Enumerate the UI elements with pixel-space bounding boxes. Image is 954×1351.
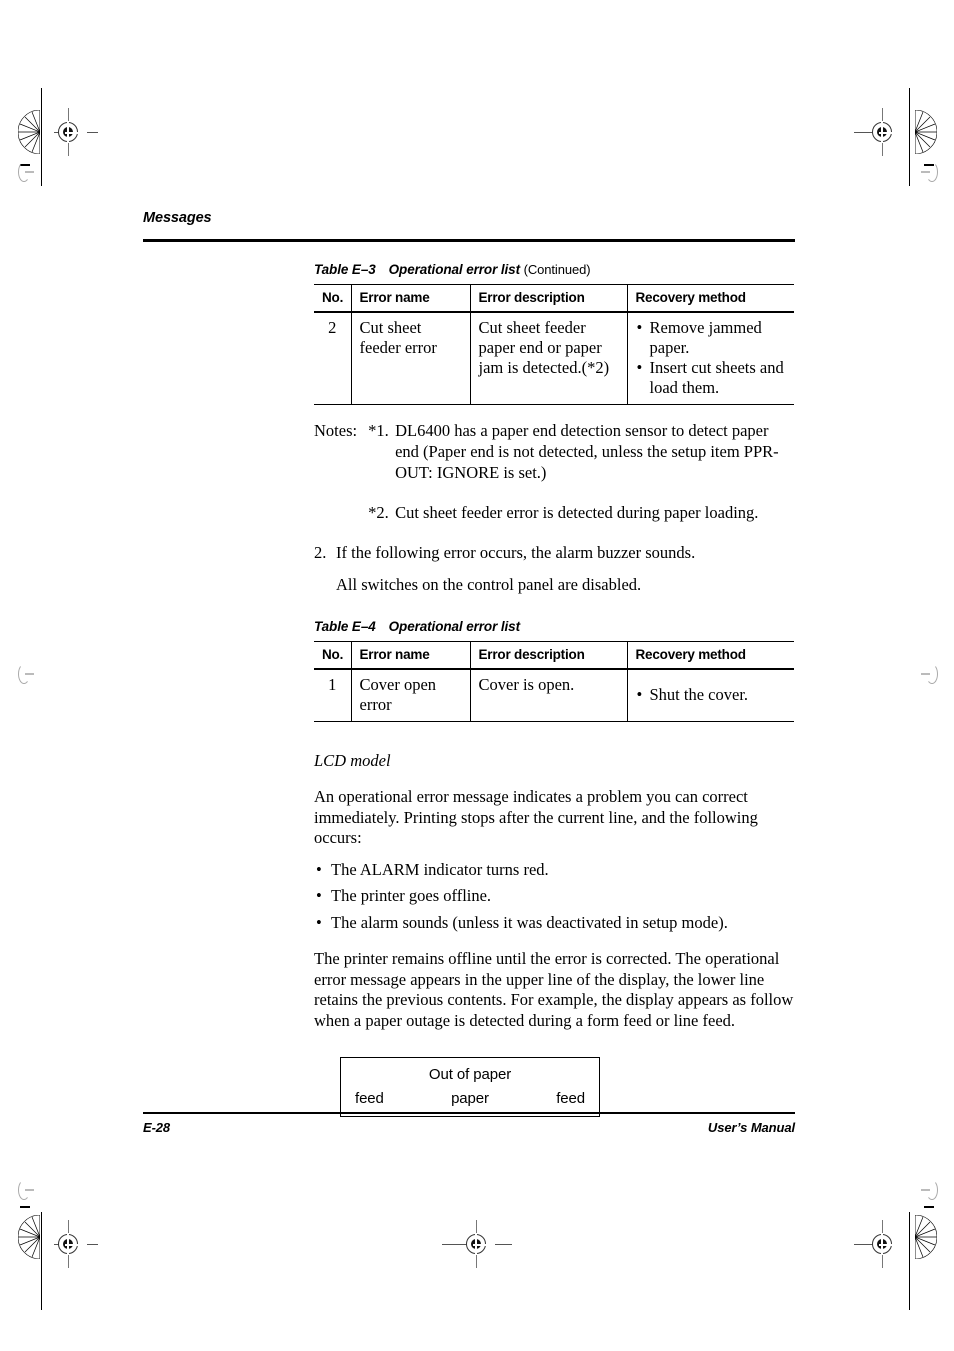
table-e4-header-desc: Error description xyxy=(469,641,627,670)
note-2: *2. Cut sheet feeder error is detected d… xyxy=(368,502,794,523)
table-e3-cell-recovery: Remove jammed paper. Insert cut sheets a… xyxy=(626,312,794,405)
registration-dash-bottom-left xyxy=(20,1206,30,1208)
table-e4-caption-title: Operational error list xyxy=(388,619,520,634)
table-e3-caption-continued: (Continued) xyxy=(523,262,591,277)
table-e3-cell-desc: Cut sheet feeder paper end or paper jam … xyxy=(469,312,627,405)
manual-page: Messages Table E–3 Operational error list… xyxy=(0,0,954,1351)
registration-crosshair-top-left xyxy=(42,106,98,160)
table-e3-header-row: No. Error name Error description Recover… xyxy=(314,284,794,313)
numbered-item-2-number: 2. xyxy=(314,543,327,562)
lcd-display-panel: Out of paper feed paper feed xyxy=(340,1057,600,1117)
numbered-item-2-subtext: All switches on the control panel are di… xyxy=(336,575,642,594)
registration-wedge-bottom-left xyxy=(18,1215,40,1259)
table-e4-header-no: No. xyxy=(314,641,351,670)
wedge-fan-icon xyxy=(915,1215,937,1259)
table-e4-recovery-list: Shut the cover. xyxy=(636,675,788,705)
registration-arc-top-right xyxy=(921,162,938,182)
table-e3-header-no: No. xyxy=(314,284,351,313)
registration-vrule-bottom-right xyxy=(909,1212,910,1310)
table-e3-header-rec: Recovery method xyxy=(626,284,794,313)
table-e4-cell-recovery: Shut the cover. xyxy=(626,669,794,722)
table-e4: No. Error name Error description Recover… xyxy=(314,641,794,722)
table-e4-caption-number: Table E–4 xyxy=(314,619,376,634)
note-2-text: Cut sheet feeder error is detected durin… xyxy=(395,503,759,522)
lcd-lower-right: feed xyxy=(556,1090,585,1107)
table-e4-header-name: Error name xyxy=(350,641,470,670)
registration-arc-bottom-right xyxy=(921,1180,938,1200)
note-1-text: DL6400 has a paper end detection sensor … xyxy=(395,421,779,482)
table-e4-cell-name: Cover open error xyxy=(350,669,470,722)
notes-label: Notes: xyxy=(314,421,358,440)
registration-crosshair-top-right xyxy=(854,106,910,160)
lcd-display-wrap: Out of paper feed paper feed xyxy=(314,1057,794,1117)
list-item: The printer goes offline. xyxy=(314,886,794,907)
registration-wedge-top-left xyxy=(18,110,40,154)
lcd-lower-line: feed paper feed xyxy=(355,1090,585,1107)
registration-crosshair-bottom-left xyxy=(42,1218,98,1272)
lcd-intro-paragraph: An operational error message indicates a… xyxy=(314,787,758,847)
table-row: 2 Cut sheet feeder error Cut sheet feede… xyxy=(314,312,794,405)
running-head: Messages xyxy=(143,210,212,226)
registration-wedge-bottom-right xyxy=(915,1215,937,1259)
table-e3-header-name: Error name xyxy=(350,284,470,313)
list-item: The alarm sounds (unless it was deactiva… xyxy=(314,913,794,934)
registration-crosshair-bottom-right xyxy=(854,1218,910,1272)
table-e4-header-rec: Recovery method xyxy=(626,641,794,670)
registration-vrule-top-right xyxy=(909,88,910,186)
table-e3-cell-name: Cut sheet feeder error xyxy=(350,312,470,405)
note-2-marker: *2. xyxy=(368,503,389,522)
registration-crosshair-bottom-center xyxy=(442,1218,512,1272)
table-e3-recovery-list: Remove jammed paper. Insert cut sheets a… xyxy=(636,318,788,398)
note-1-marker: *1. xyxy=(368,421,389,440)
lcd-upper-line: Out of paper xyxy=(428,1066,512,1083)
registration-arc-mid-right xyxy=(921,664,938,684)
registration-arc-top-left xyxy=(18,162,34,182)
list-item: The ALARM indicator turns red. xyxy=(314,860,794,881)
table-e3-caption: Table E–3 Operational error list (Continu… xyxy=(314,262,794,277)
lcd-lower-left: feed xyxy=(355,1090,384,1107)
notes-items: *1. DL6400 has a paper end detection sen… xyxy=(368,420,794,523)
notes-block: Notes: *1. DL6400 has a paper end detect… xyxy=(314,420,794,523)
wedge-fan-icon xyxy=(18,110,40,154)
table-e3: No. Error name Error description Recover… xyxy=(314,284,794,405)
registration-wedge-top-right xyxy=(915,110,937,154)
content-column: Table E–3 Operational error list (Continu… xyxy=(314,262,794,1117)
table-e3-cell-no: 2 xyxy=(314,312,351,405)
table-e4-header-row: No. Error name Error description Recover… xyxy=(314,641,794,670)
list-item: Shut the cover. xyxy=(636,685,788,705)
header-rule xyxy=(143,239,795,242)
table-e4-caption: Table E–4 Operational error list xyxy=(314,619,794,634)
footer-manual-title: User’s Manual xyxy=(707,1120,795,1135)
list-item: Remove jammed paper. xyxy=(636,318,788,358)
table-e3-caption-title: Operational error list xyxy=(388,262,520,277)
footer-page-number: E-28 xyxy=(143,1120,171,1135)
footer-rule xyxy=(143,1112,795,1114)
lcd-lower-center: paper xyxy=(451,1090,489,1107)
registration-dash-bottom-right xyxy=(924,1206,934,1208)
registration-arc-mid-left xyxy=(18,664,34,684)
lcd-bullet-list: The ALARM indicator turns red. The print… xyxy=(314,860,794,934)
table-e4-cell-no: 1 xyxy=(314,669,351,722)
lcd-model-heading: LCD model xyxy=(314,751,391,770)
wedge-fan-icon xyxy=(18,1215,40,1259)
note-1: *1. DL6400 has a paper end detection sen… xyxy=(368,420,794,483)
list-item: Insert cut sheets and load them. xyxy=(636,358,788,398)
numbered-item-2-text: If the following error occurs, the alarm… xyxy=(336,543,696,562)
table-row: 1 Cover open error Cover is open. Shut t… xyxy=(314,669,794,722)
table-e3-caption-number: Table E–3 xyxy=(314,262,376,277)
table-e3-header-desc: Error description xyxy=(469,284,627,313)
registration-arc-bottom-left xyxy=(18,1180,34,1200)
lcd-body-paragraph: The printer remains offline until the er… xyxy=(314,949,794,1030)
wedge-fan-icon xyxy=(915,110,937,154)
numbered-item-2: 2. If the following error occurs, the al… xyxy=(314,542,794,563)
table-e4-cell-desc: Cover is open. xyxy=(469,669,627,722)
